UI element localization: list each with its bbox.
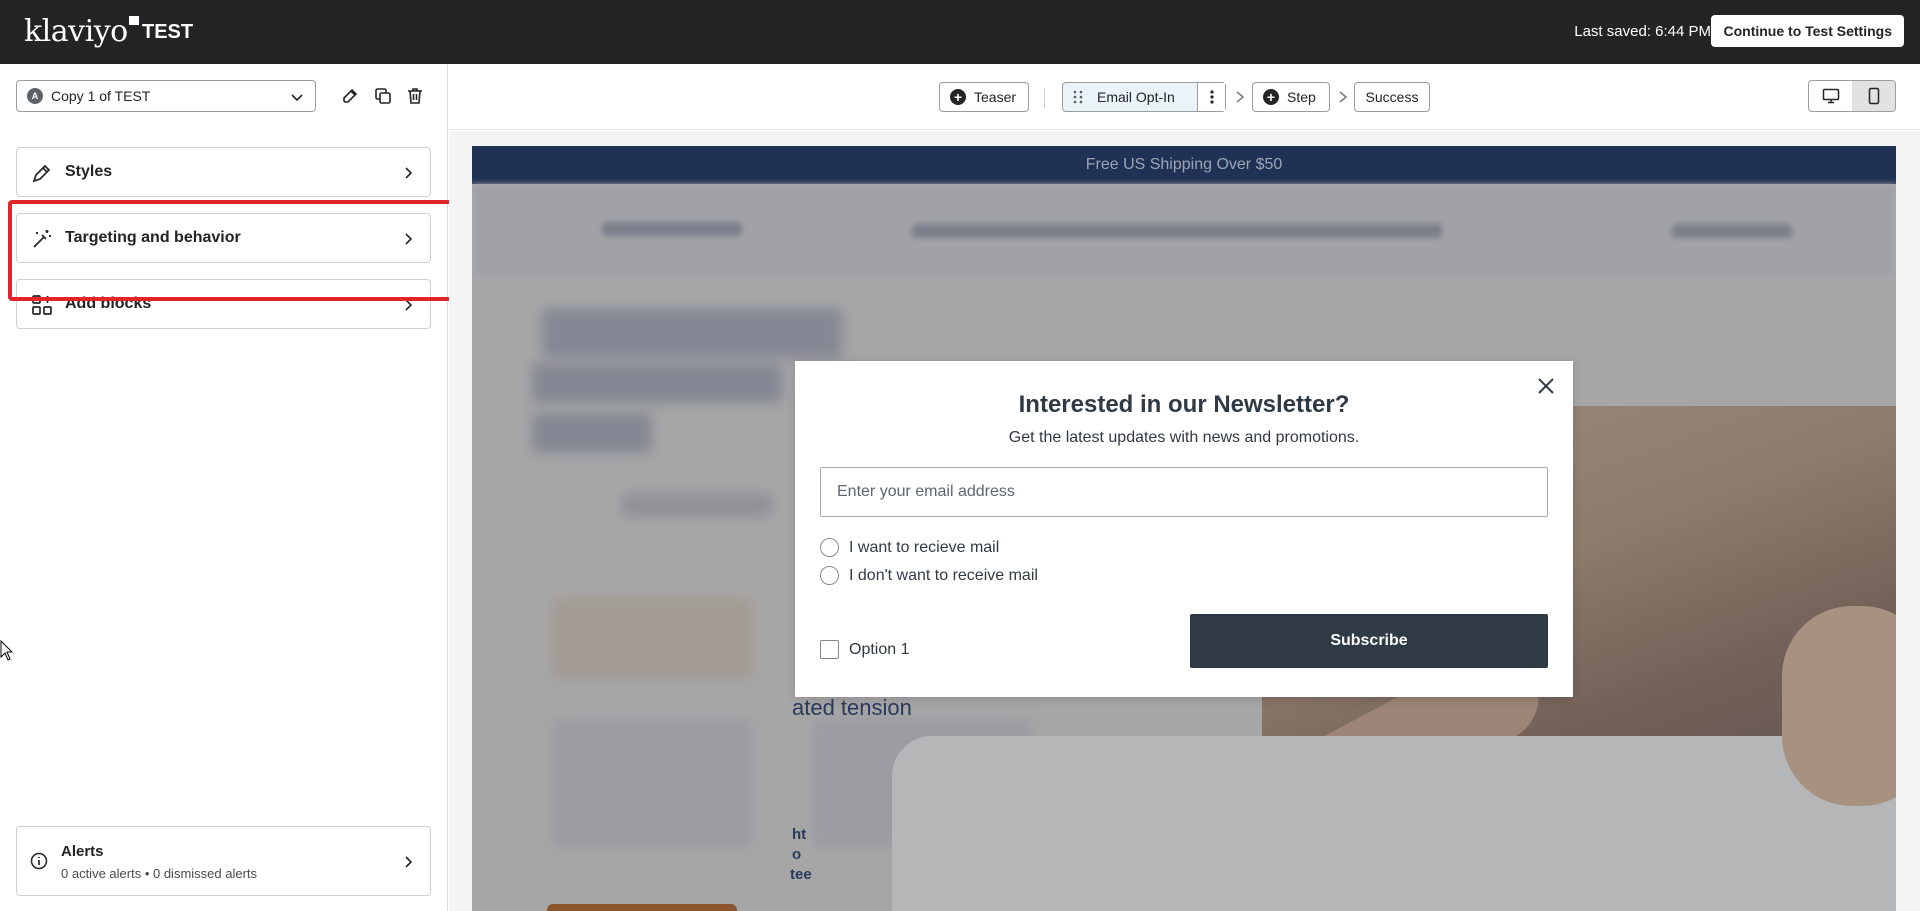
radio-label: I don't want to receive mail	[849, 566, 1038, 584]
last-saved-status: Last saved: 6:44 PM	[1574, 23, 1711, 40]
mobile-icon	[1868, 87, 1879, 105]
desktop-view-button[interactable]	[1809, 81, 1852, 111]
email-field[interactable]	[820, 467, 1548, 517]
mouse-cursor-icon	[0, 640, 14, 661]
highlight-annotation	[8, 200, 466, 301]
step-label: Success	[1365, 89, 1419, 105]
checkbox-option-1[interactable]: Option 1	[820, 640, 909, 659]
popup-title: Interested in our Newsletter?	[1018, 391, 1350, 418]
left-sidebar: A Copy 1 of TEST Styles Targeting and be…	[0, 64, 448, 911]
radio-label: I want to recieve mail	[849, 538, 1000, 556]
chevron-right-icon	[405, 167, 413, 179]
device-toggle	[1808, 80, 1896, 112]
step-bar: + Teaser Email Opt-In + Step Success	[449, 64, 1920, 130]
plus-icon: +	[1263, 89, 1279, 105]
divider	[1044, 88, 1045, 108]
top-bar: klaviyo TEST Last saved: 6:44 PM Continu…	[0, 0, 1920, 64]
step-step[interactable]: + Step	[1252, 82, 1330, 112]
klaviyo-logo[interactable]: klaviyo	[24, 14, 139, 49]
alerts-summary: 0 active alerts • 0 dismissed alerts	[61, 866, 258, 881]
variant-select[interactable]: A Copy 1 of TEST	[16, 80, 316, 112]
subscribe-button[interactable]: Subscribe	[1190, 614, 1548, 668]
mobile-view-button[interactable]	[1852, 81, 1895, 111]
form-name: TEST	[142, 21, 194, 43]
trash-icon[interactable]	[405, 86, 425, 106]
step-success[interactable]: Success	[1354, 82, 1430, 112]
step-label: Teaser	[974, 89, 1017, 105]
variant-name: Copy 1 of TEST	[51, 88, 151, 104]
logo-flag-icon	[128, 16, 139, 25]
brush-icon	[32, 164, 51, 183]
checkbox-label: Option 1	[849, 640, 910, 658]
continue-to-test-settings-button[interactable]: Continue to Test Settings	[1711, 15, 1904, 47]
sidebar-item-styles[interactable]: Styles	[16, 147, 431, 197]
drag-handle-icon[interactable]	[1073, 90, 1083, 104]
chevron-right-icon	[1236, 91, 1245, 103]
desktop-icon	[1822, 88, 1839, 104]
radio-button[interactable]	[820, 566, 839, 585]
checkbox[interactable]	[820, 640, 839, 659]
popup-subtitle: Get the latest updates with news and pro…	[1008, 429, 1360, 446]
edit-icon[interactable]	[340, 86, 360, 106]
chevron-down-icon	[291, 94, 303, 102]
variant-badge: A	[27, 88, 43, 104]
radio-option-not-receive[interactable]: I don't want to receive mail	[820, 566, 1038, 585]
plus-icon: +	[950, 89, 966, 105]
newsletter-popup: Interested in our Newsletter? Get the la…	[795, 361, 1573, 697]
step-label: Step	[1287, 89, 1316, 105]
chevron-right-icon	[1339, 91, 1348, 103]
alerts-panel[interactable]: Alerts 0 active alerts • 0 dismissed ale…	[16, 826, 431, 896]
radio-button[interactable]	[820, 538, 839, 557]
radio-option-receive[interactable]: I want to recieve mail	[820, 538, 999, 557]
step-email-opt-in[interactable]: Email Opt-In	[1062, 82, 1226, 112]
step-teaser[interactable]: + Teaser	[939, 82, 1029, 112]
info-icon	[30, 852, 48, 870]
logo-text: klaviyo	[24, 14, 128, 49]
alerts-title: Alerts	[61, 843, 104, 860]
chevron-right-icon	[405, 856, 413, 868]
step-label: Email Opt-In	[1097, 89, 1175, 105]
sidebar-item-label: Styles	[65, 163, 113, 180]
more-options-icon[interactable]	[1197, 83, 1225, 111]
duplicate-icon[interactable]	[373, 86, 393, 106]
